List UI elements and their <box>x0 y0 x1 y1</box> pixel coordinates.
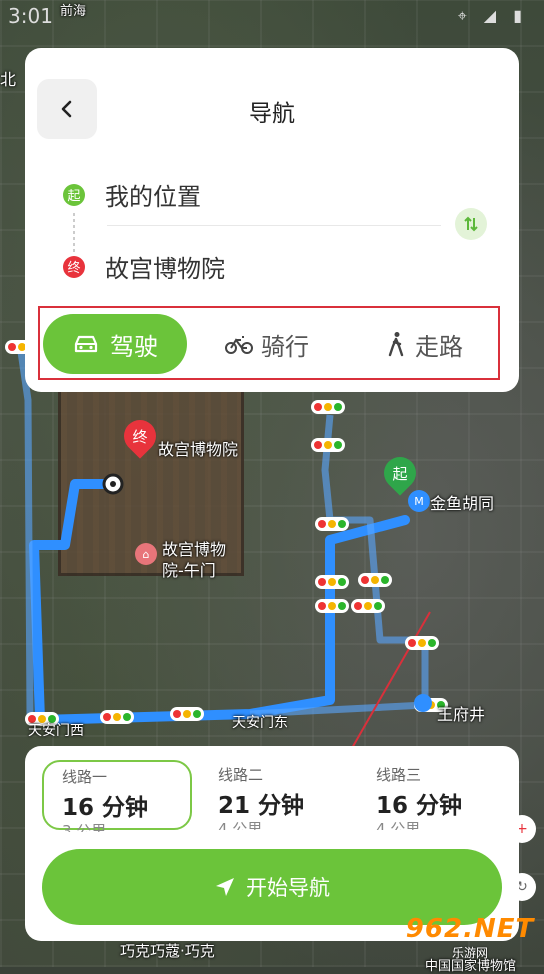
route-name: 线路二 <box>218 766 264 784</box>
start-pin-label: 起 <box>392 464 408 483</box>
route-name: 线路三 <box>376 766 422 784</box>
route-option-1[interactable]: 线路一 16 分钟 3 公里 <box>42 760 192 832</box>
bicycle-icon <box>225 336 253 354</box>
mode-drive-button[interactable]: 驾驶 <box>43 314 187 374</box>
watermark-sub-text: 乐游网 <box>451 945 488 960</box>
map-label-north: 北 <box>0 70 17 89</box>
start-badge: 起 <box>63 183 85 206</box>
subway-icon[interactable]: M <box>408 490 430 512</box>
route-name: 线路一 <box>62 768 108 786</box>
traffic-light-marker <box>358 573 392 587</box>
location-divider <box>107 225 441 226</box>
route-time: 16 分钟 <box>62 795 149 821</box>
walk-icon <box>388 332 404 357</box>
traffic-light-marker <box>351 599 385 613</box>
traffic-light-marker <box>311 400 345 414</box>
navigate-arrow-icon <box>216 878 234 896</box>
map-label-qianhai: 前海 <box>60 4 87 19</box>
traffic-light-marker <box>170 707 204 721</box>
start-location-row[interactable]: 起 我的位置 <box>63 177 201 212</box>
map-label-tiananmen-east: 天安门东 <box>232 715 288 731</box>
mode-ride-button[interactable]: 骑行 <box>225 314 309 374</box>
route-option-2[interactable]: 线路二 21 分钟 4 公里 <box>200 760 350 830</box>
route-distance: 3 公里 <box>62 822 107 832</box>
current-location-dot <box>110 481 116 487</box>
end-location-label[interactable]: 故宫博物院 <box>105 249 225 284</box>
swap-vertical-icon <box>464 216 478 232</box>
start-navigation-label: 开始导航 <box>246 876 330 900</box>
watermark-logo-text: 962.NET <box>405 913 535 944</box>
traffic-light-marker <box>100 710 134 724</box>
alt-route-line-left <box>16 344 34 716</box>
route-distance: 4 公里 <box>218 820 263 830</box>
mode-drive-label: 驾驶 <box>110 332 158 361</box>
mode-walk-button[interactable]: 走路 <box>385 314 463 374</box>
start-location-label[interactable]: 我的位置 <box>105 177 201 212</box>
route-time: 21 分钟 <box>218 793 305 819</box>
route-connector-dots <box>73 213 75 253</box>
map-label-wangfujing[interactable]: 王府井 <box>437 701 485 725</box>
map-label-wumen-2[interactable]: 院-午门 <box>162 557 216 581</box>
traffic-light-marker <box>311 438 345 452</box>
poi-icon[interactable]: ⌂ <box>135 543 157 565</box>
traffic-light-marker <box>315 517 349 531</box>
traffic-light-marker <box>405 636 439 650</box>
swap-locations-button[interactable] <box>455 208 487 240</box>
traffic-light-marker <box>315 575 349 589</box>
destination-pin-label: 终 <box>132 427 148 446</box>
map-label-poi: 巧克巧蔻·巧克 <box>120 942 215 960</box>
route-distance: 4 公里 <box>376 820 421 830</box>
mode-ride-label: 骑行 <box>261 332 309 361</box>
map-label-tiananmen-west: 天安门西 <box>28 723 84 739</box>
mode-walk-label: 走路 <box>415 332 463 361</box>
navigation-panel: 导航 起 我的位置 终 故宫博物院 驾驶 骑行 走路 <box>25 48 519 392</box>
watermark-logo: 962.NET 乐游网 <box>400 912 540 962</box>
route-time: 16 分钟 <box>376 793 463 819</box>
end-badge: 终 <box>63 255 85 278</box>
page-title: 导航 <box>249 101 295 127</box>
route-option-3[interactable]: 线路三 16 分钟 4 公里 <box>358 760 508 830</box>
map-label-jinyu[interactable]: 金鱼胡同 <box>430 490 494 514</box>
status-icons: ⌖ ◢ ▮ <box>457 6 528 25</box>
traffic-light-marker <box>315 599 349 613</box>
map-label-destination[interactable]: 故宫博物院 <box>158 436 238 460</box>
subway-icon[interactable] <box>414 694 432 712</box>
car-icon <box>74 335 98 353</box>
end-location-row[interactable]: 终 故宫博物院 <box>63 249 225 284</box>
status-time: 3:01 <box>8 4 53 28</box>
